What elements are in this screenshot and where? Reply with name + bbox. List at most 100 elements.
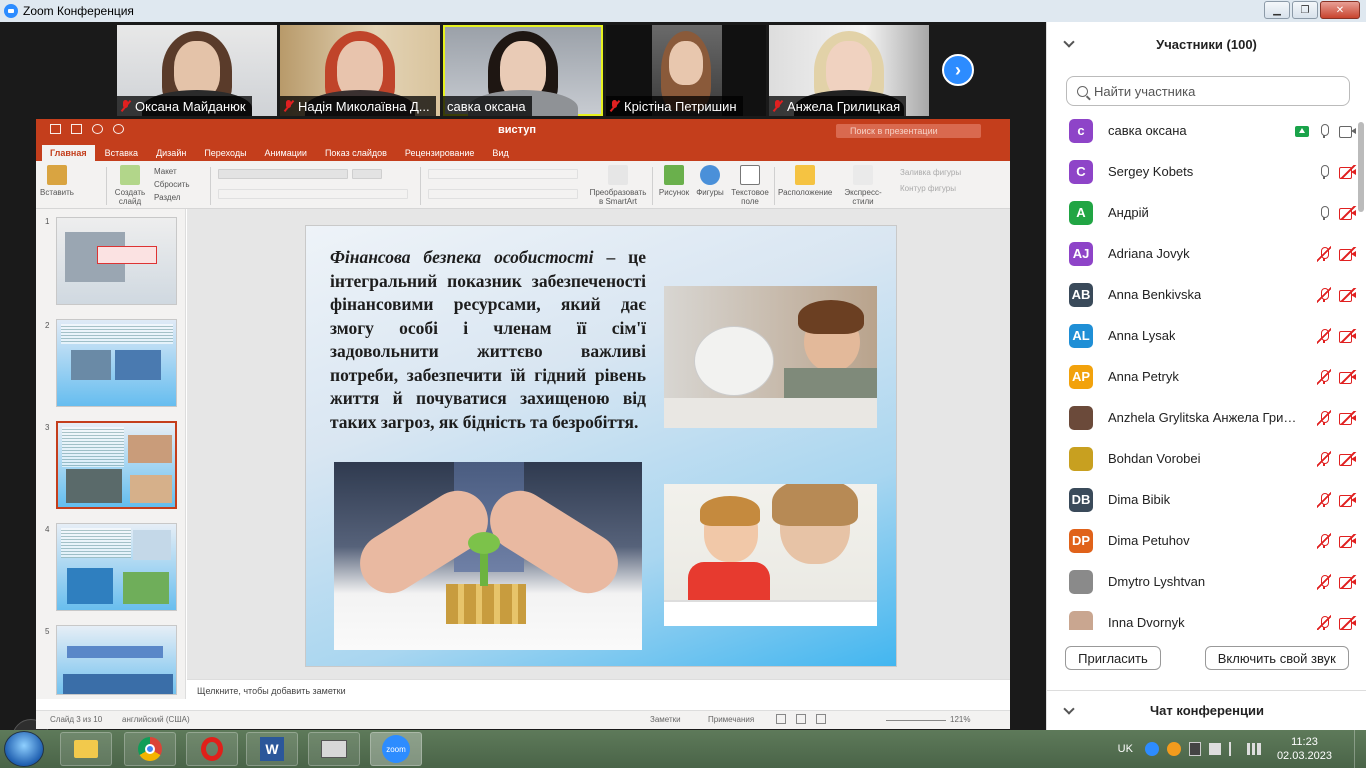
word-taskbar-button[interactable]: W bbox=[246, 732, 298, 766]
tab-slideshow[interactable]: Показ слайдов bbox=[317, 145, 395, 161]
video-tile[interactable]: Крістіна Петришин bbox=[606, 25, 766, 116]
device-tray-icon[interactable] bbox=[1188, 742, 1201, 756]
slide-thumbnail-2[interactable] bbox=[56, 319, 177, 407]
opera-taskbar-button[interactable] bbox=[186, 732, 238, 766]
undo-icon[interactable] bbox=[92, 124, 103, 134]
next-videos-button[interactable]: › bbox=[942, 54, 974, 86]
flag-icon[interactable] bbox=[1228, 742, 1239, 756]
participant-row[interactable]: Dmytro Lyshtvan bbox=[1047, 561, 1357, 602]
convert-smartart-button[interactable]: Преобразовать в SmartArt bbox=[588, 165, 648, 206]
present-icon[interactable] bbox=[71, 124, 82, 134]
chevron-down-icon[interactable] bbox=[1063, 36, 1075, 48]
participant-row[interactable]: с савка оксана bbox=[1047, 110, 1357, 151]
current-slide[interactable]: Фінансова безпека особистості – це інтег… bbox=[305, 225, 897, 667]
zoom-slider[interactable] bbox=[886, 720, 946, 721]
video-tile[interactable]: Надія Миколаївна Д... bbox=[280, 25, 440, 116]
slide-thumbnail-5[interactable] bbox=[56, 625, 177, 695]
notes-toggle[interactable]: Заметки bbox=[650, 715, 681, 724]
participant-row[interactable]: Bohdan Vorobei bbox=[1047, 438, 1357, 479]
photo-hands-coins[interactable] bbox=[334, 462, 642, 650]
participant-list-scrollbar[interactable] bbox=[1358, 122, 1364, 212]
shapes-button[interactable]: Фигуры bbox=[692, 165, 728, 197]
tab-transitions[interactable]: Переходы bbox=[196, 145, 254, 161]
video-tile[interactable]: Анжела Грилицкая bbox=[769, 25, 929, 116]
redo-icon[interactable] bbox=[113, 124, 124, 134]
sorter-view-icon[interactable] bbox=[796, 714, 806, 724]
section-button[interactable]: Раздел bbox=[154, 191, 206, 204]
slide-thumbnail-3[interactable] bbox=[56, 421, 177, 509]
language-indicator[interactable]: UK bbox=[1118, 743, 1133, 755]
reset-button[interactable]: Сбросить bbox=[154, 178, 206, 191]
font-name-box[interactable] bbox=[218, 169, 348, 179]
participant-search-input[interactable]: Найти участника bbox=[1066, 76, 1350, 106]
tab-design[interactable]: Дизайн bbox=[148, 145, 194, 161]
minimize-button[interactable]: ▁ bbox=[1264, 1, 1290, 19]
app-tray-icon[interactable] bbox=[1166, 742, 1181, 756]
slide-text-box[interactable]: Фінансова безпека особистості – це інтег… bbox=[330, 246, 646, 434]
reading-view-icon[interactable] bbox=[816, 714, 826, 724]
font-format-row[interactable] bbox=[218, 189, 408, 199]
chrome-taskbar-button[interactable] bbox=[124, 732, 176, 766]
shape-outline-button[interactable]: Контур фигуры bbox=[900, 181, 984, 197]
video-tile-active-speaker[interactable]: савка оксана bbox=[443, 25, 603, 116]
video-tile[interactable]: Оксана Майданюк bbox=[117, 25, 277, 116]
chat-header[interactable]: Чат конференции bbox=[1047, 690, 1366, 730]
invite-button[interactable]: Пригласить bbox=[1065, 646, 1161, 670]
align-row[interactable] bbox=[428, 189, 578, 199]
volume-icon[interactable] bbox=[1208, 743, 1221, 755]
slide-thumbnail-4[interactable] bbox=[56, 523, 177, 611]
shape-fill-button[interactable]: Заливка фигуры bbox=[900, 165, 984, 181]
paste-button[interactable]: Вставить bbox=[40, 165, 74, 197]
tab-animations[interactable]: Анимации bbox=[257, 145, 315, 161]
slide-thumbnail-1[interactable] bbox=[56, 217, 177, 305]
save-icon[interactable] bbox=[50, 124, 61, 134]
unmute-self-button[interactable]: Включить свой звук bbox=[1204, 646, 1349, 670]
zoom-tray-icon[interactable] bbox=[1144, 742, 1159, 756]
mic-muted-icon bbox=[1317, 246, 1331, 262]
participant-row[interactable]: A Андрій bbox=[1047, 192, 1357, 233]
close-button[interactable]: ✕ bbox=[1320, 1, 1360, 19]
participant-row[interactable]: AJ Adriana Jovyk bbox=[1047, 233, 1357, 274]
zoom-level[interactable]: 121% bbox=[950, 715, 970, 724]
start-button[interactable] bbox=[4, 731, 44, 767]
tab-view[interactable]: Вид bbox=[484, 145, 516, 161]
layout-button[interactable]: Макет bbox=[154, 165, 206, 178]
zoom-taskbar-button[interactable]: zoom bbox=[370, 732, 422, 766]
participant-row[interactable]: DB Dima Bibik bbox=[1047, 479, 1357, 520]
chevron-down-icon[interactable] bbox=[1063, 703, 1075, 715]
word-icon: W bbox=[260, 737, 284, 761]
ppt-titlebar: виступ Поиск в презентации bbox=[36, 119, 1010, 143]
comments-toggle[interactable]: Примечания bbox=[708, 715, 754, 724]
printer-taskbar-button[interactable] bbox=[308, 732, 360, 766]
participant-row[interactable]: Anzhela Grylitska Анжела Грилі... bbox=[1047, 397, 1357, 438]
normal-view-icon[interactable] bbox=[776, 714, 786, 724]
notes-field[interactable]: Щелкните, чтобы добавить заметки bbox=[187, 679, 1010, 703]
paragraph-row[interactable] bbox=[428, 169, 578, 179]
tab-insert[interactable]: Вставка bbox=[97, 145, 146, 161]
clock[interactable]: 11:23 02.03.2023 bbox=[1277, 735, 1332, 763]
picture-button[interactable]: Рисунок bbox=[656, 165, 692, 197]
tab-home[interactable]: Главная bbox=[42, 145, 95, 161]
participant-row[interactable]: AB Anna Benkivska bbox=[1047, 274, 1357, 315]
participant-row[interactable]: C Sergey Kobets bbox=[1047, 151, 1357, 192]
language-indicator[interactable]: английский (США) bbox=[122, 715, 190, 724]
photo-boy-piggy-bank[interactable] bbox=[664, 286, 877, 428]
photo-mother-child-drawing[interactable] bbox=[664, 484, 877, 626]
ppt-search-box[interactable]: Поиск в презентации bbox=[836, 124, 981, 138]
slide-editing-canvas[interactable]: Фінансова безпека особистості – це інтег… bbox=[187, 209, 1010, 679]
network-icon[interactable] bbox=[1246, 743, 1261, 755]
explorer-taskbar-button[interactable] bbox=[60, 732, 112, 766]
quick-styles-button[interactable]: Экспресс-стили bbox=[834, 165, 892, 206]
show-desktop-button[interactable] bbox=[1354, 730, 1366, 768]
maximize-button[interactable]: ❐ bbox=[1292, 1, 1318, 19]
textbox-button[interactable]: Текстовое поле bbox=[730, 165, 770, 206]
participant-row[interactable]: DP Dima Petuhov bbox=[1047, 520, 1357, 561]
participant-row[interactable]: AL Anna Lysak bbox=[1047, 315, 1357, 356]
new-slide-button[interactable]: Создать слайд bbox=[112, 165, 148, 206]
tab-review[interactable]: Рецензирование bbox=[397, 145, 483, 161]
participant-row[interactable]: AP Anna Petryk bbox=[1047, 356, 1357, 397]
participant-name: Dima Petuhov bbox=[1108, 533, 1190, 548]
font-size-box[interactable] bbox=[352, 169, 382, 179]
arrange-button[interactable]: Расположение bbox=[778, 165, 832, 197]
participant-row[interactable]: Inna Dvornyk bbox=[1047, 602, 1357, 630]
